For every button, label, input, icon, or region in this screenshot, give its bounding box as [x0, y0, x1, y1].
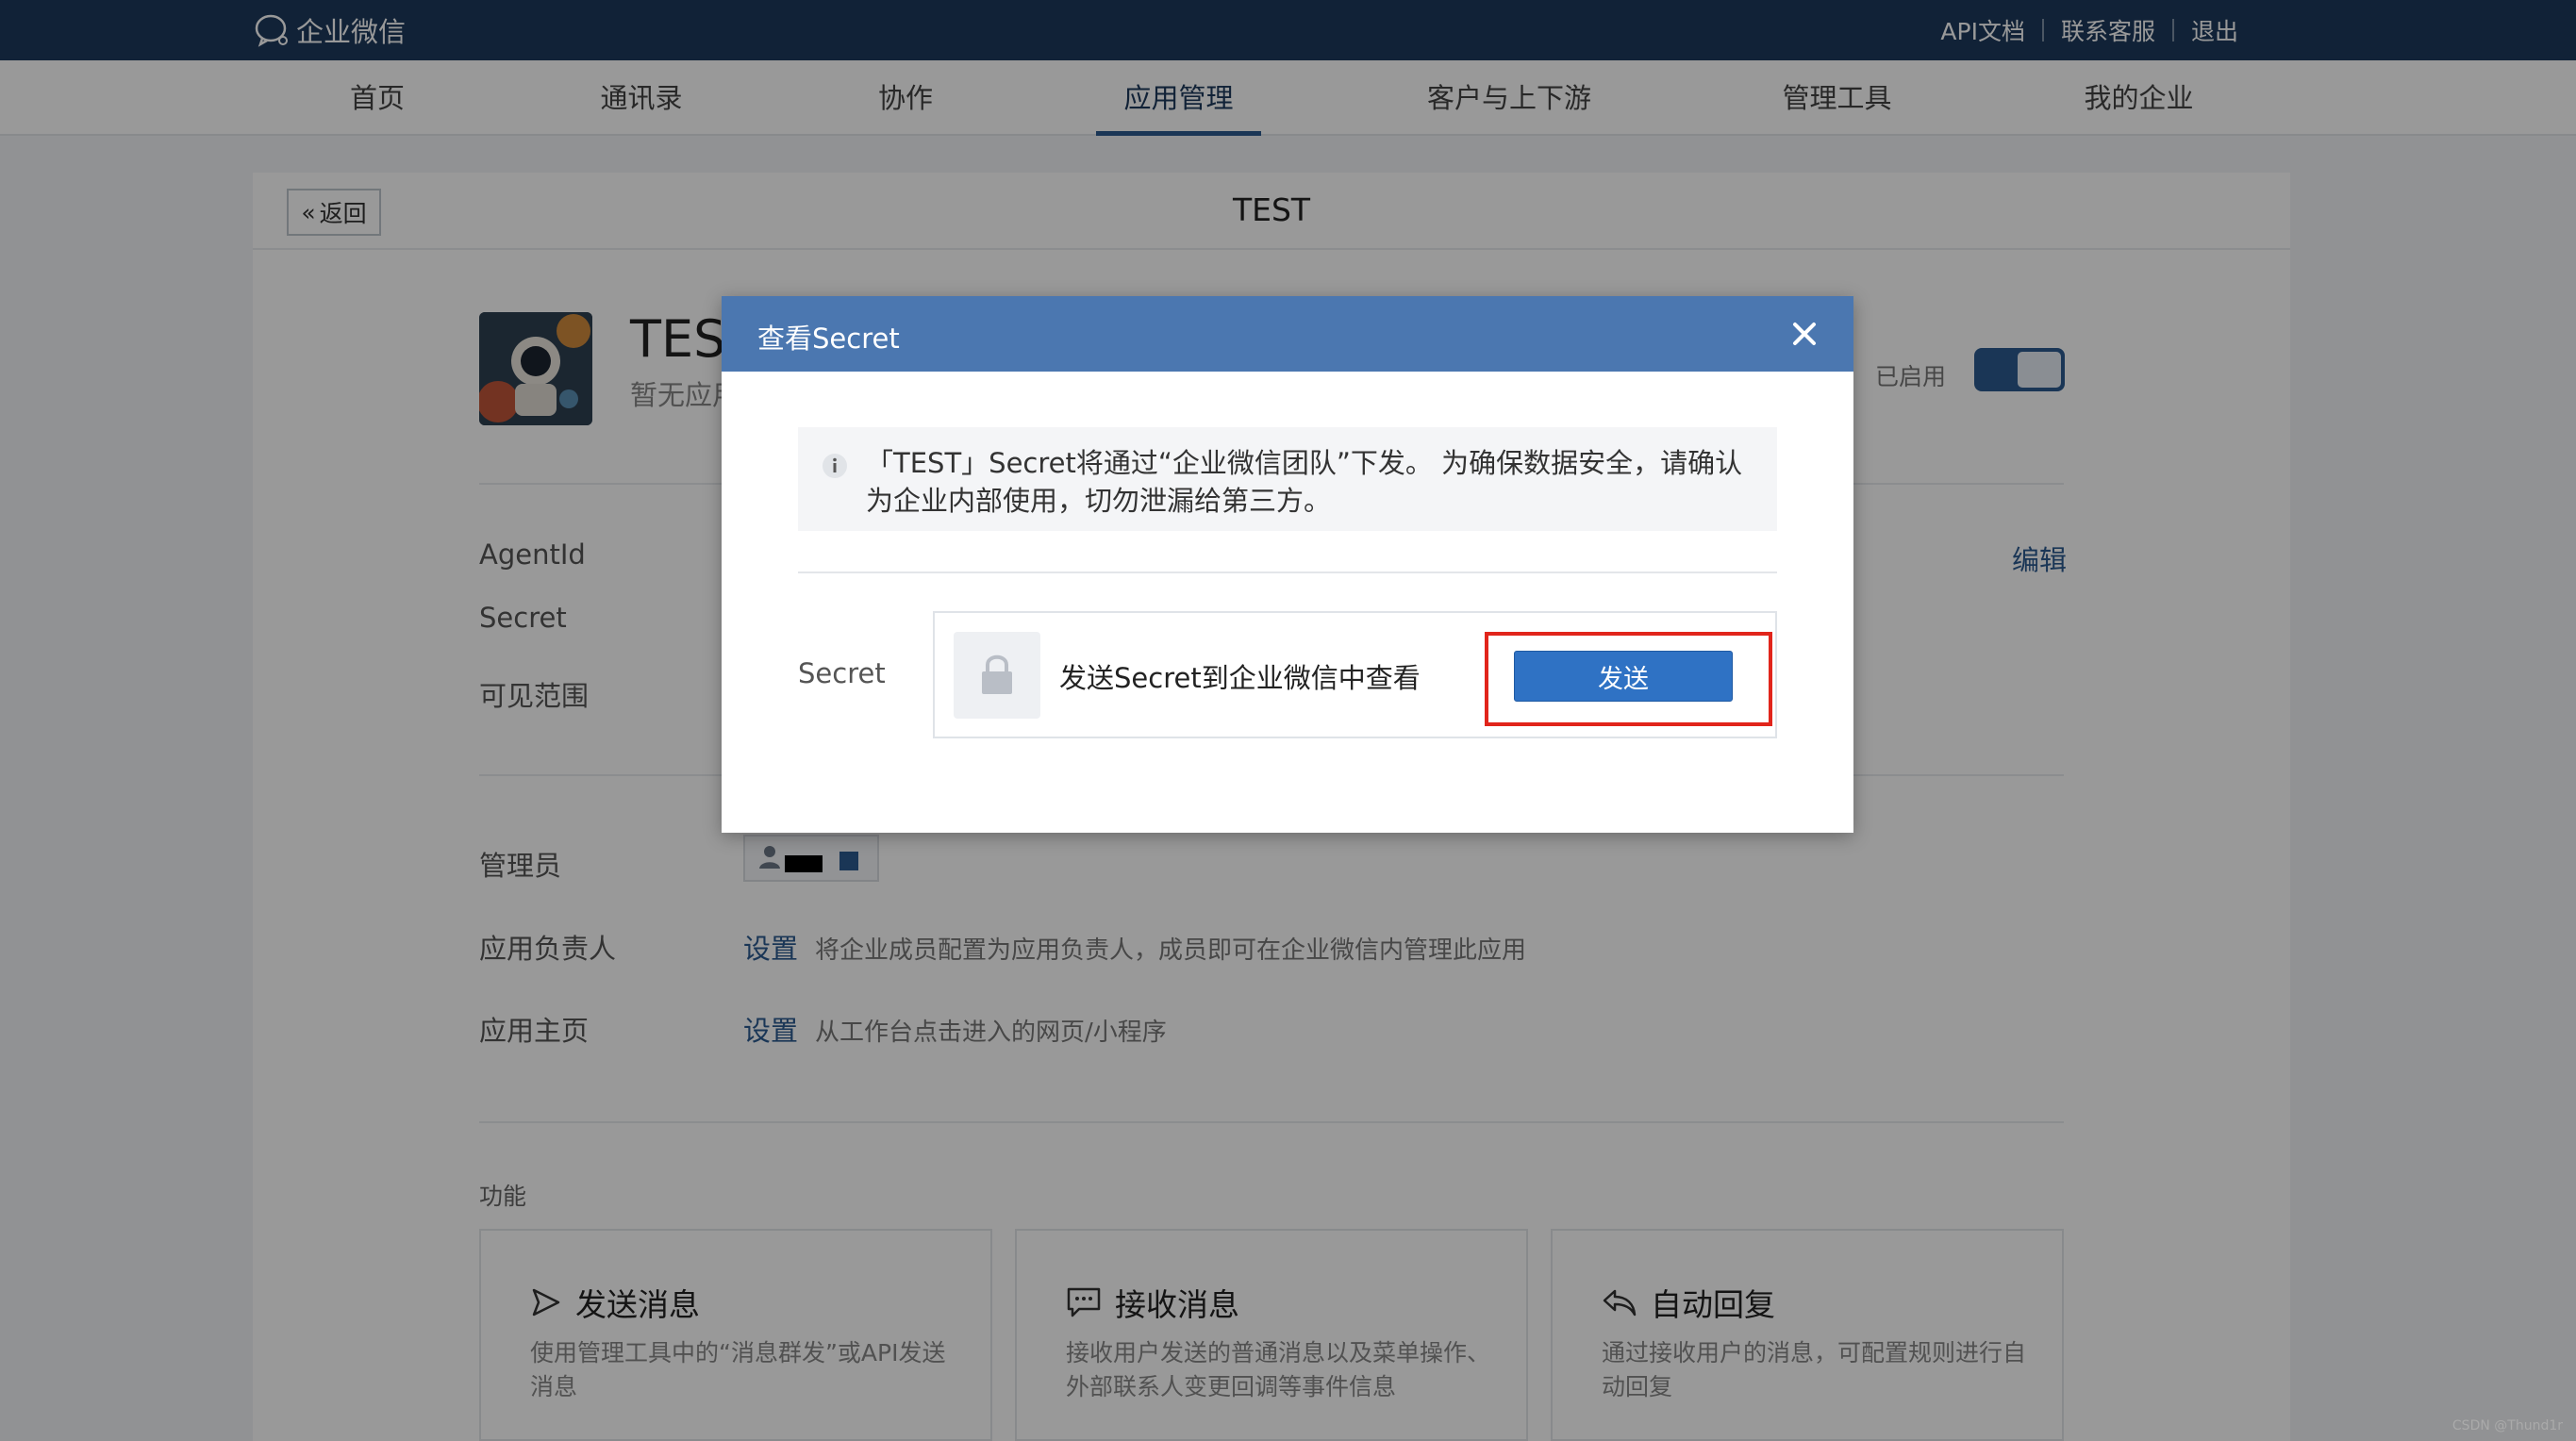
info-icon	[823, 454, 847, 478]
send-secret-button[interactable]: 发送	[1514, 651, 1733, 702]
secret-hint: 发送Secret到企业微信中查看	[1059, 662, 1421, 694]
view-secret-dialog: 查看Secret 「TEST」Secret将通过“企业微信团队”下发。 为确保数…	[722, 296, 1853, 833]
watermark: CSDN @Thund1r	[2451, 1418, 2563, 1433]
lock-tile	[954, 632, 1040, 719]
secret-field-label: Secret	[798, 657, 886, 689]
dialog-title: 查看Secret	[757, 323, 900, 355]
secret-send-box: 发送Secret到企业微信中查看 发送	[933, 611, 1777, 738]
notice-text: 「TEST」Secret将通过“企业微信团队”下发。 为确保数据安全，请确认为企…	[866, 447, 1743, 517]
dialog-header: 查看Secret	[722, 296, 1853, 372]
divider	[798, 571, 1777, 573]
security-notice: 「TEST」Secret将通过“企业微信团队”下发。 为确保数据安全，请确认为企…	[798, 427, 1777, 531]
close-icon[interactable]	[1789, 319, 1820, 349]
lock-icon	[982, 654, 1012, 694]
